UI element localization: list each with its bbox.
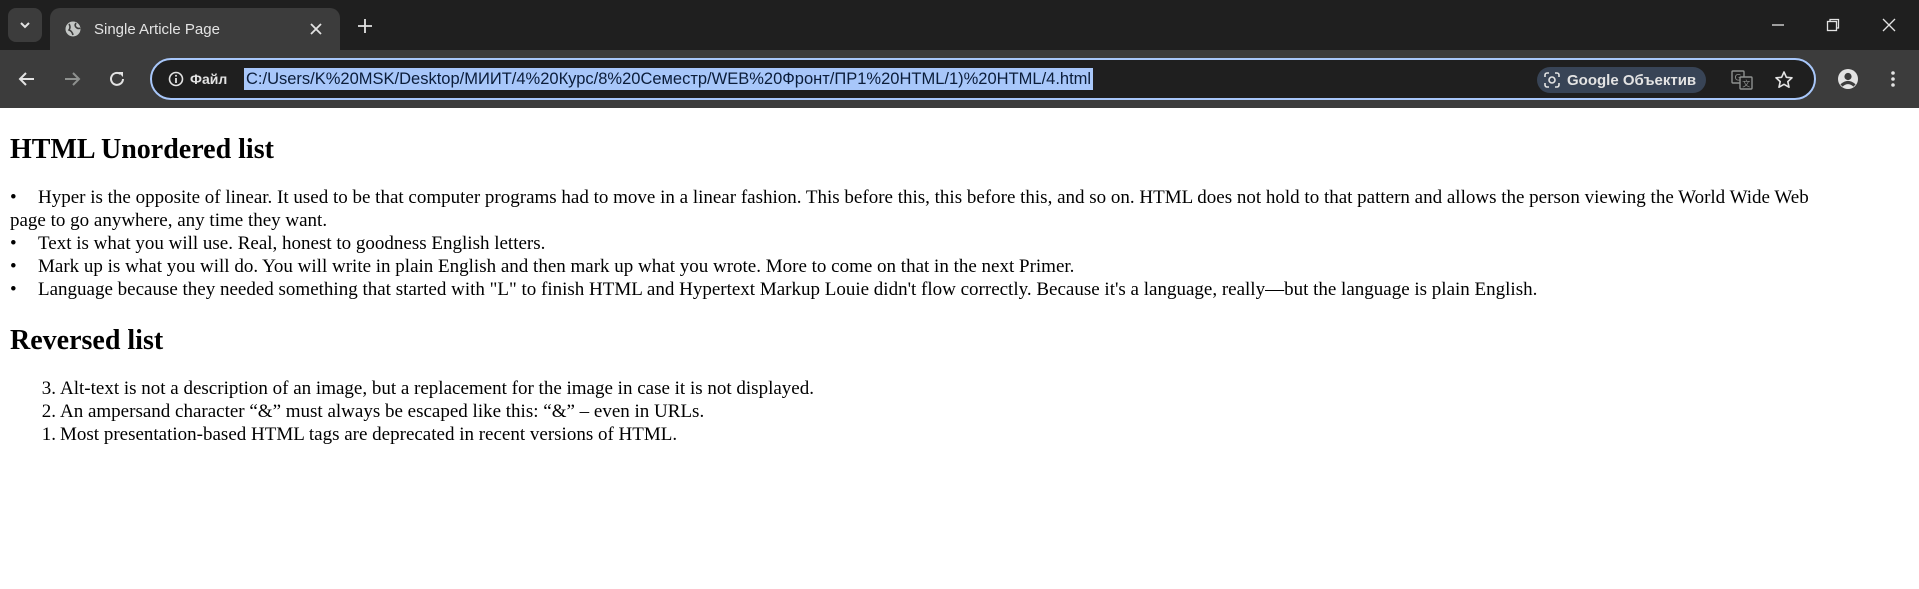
bullet-marker: • — [10, 279, 17, 300]
bullet-marker: • — [10, 233, 17, 254]
list-item: • Text is what you will use. Real, honest… — [10, 232, 1909, 255]
restore-icon — [1826, 18, 1840, 32]
forward-button[interactable] — [57, 64, 87, 94]
chevron-down-icon — [20, 22, 30, 29]
profile-button[interactable] — [1832, 63, 1864, 95]
url-text[interactable]: C:/Users/K%20MSK/Desktop/МИИТ/4%20Курс/8… — [244, 68, 1094, 90]
reversed-list: 3. Alt-text is not a description of an im… — [10, 377, 1909, 446]
reload-icon — [110, 71, 124, 86]
list-item-text: Alt-text is not a description of an imag… — [60, 378, 814, 399]
list-number: 1. — [41, 424, 56, 445]
google-lens-button[interactable]: Google Объектив — [1537, 67, 1707, 93]
plus-icon — [358, 19, 372, 33]
avatar-icon — [1838, 69, 1858, 89]
more-vertical-icon — [1891, 71, 1895, 87]
bullet-marker: • — [10, 256, 17, 277]
tab-strip: Single Article Page — [0, 0, 1919, 50]
tab-search-button[interactable] — [8, 8, 42, 42]
list-item-text: An ampersand character “&” must always b… — [60, 401, 705, 422]
active-tab[interactable]: Single Article Page — [50, 8, 340, 50]
page-content: HTML Unordered list • Hyper is the opposi… — [0, 108, 1919, 589]
close-window-button[interactable] — [1874, 10, 1904, 40]
info-icon — [168, 71, 184, 87]
list-item-text: Language because they needed something t… — [38, 279, 1538, 300]
browser-toolbar: Файл C:/Users/K%20MSK/Desktop/МИИТ/4%20К… — [0, 50, 1919, 108]
new-tab-button[interactable] — [352, 13, 378, 39]
arrow-left-icon — [18, 72, 34, 86]
list-item: 3. Alt-text is not a description of an im… — [24, 377, 1909, 400]
list-item: • Mark up is what you will do. You will w… — [10, 255, 1909, 278]
bullet-marker: • — [10, 187, 17, 208]
close-tab-icon[interactable] — [304, 17, 328, 41]
svg-text:文: 文 — [1742, 79, 1750, 89]
minimize-icon — [1772, 24, 1784, 26]
translate-icon: G文 — [1731, 70, 1753, 90]
list-item-text: Mark up is what you will do. You will wr… — [38, 256, 1075, 277]
translate-button[interactable]: G文 — [1728, 66, 1756, 94]
lens-label: Google Объектив — [1567, 71, 1697, 89]
list-item-text: Text is what you will use. Real, honest … — [38, 233, 546, 254]
browser-menu-button[interactable] — [1878, 64, 1908, 94]
arrow-right-icon — [65, 72, 81, 86]
site-info-button[interactable]: Файл — [162, 66, 237, 92]
star-icon — [1775, 71, 1793, 88]
unordered-list-heading: HTML Unordered list — [10, 134, 274, 165]
back-button[interactable] — [12, 64, 42, 94]
list-item-text-continuation: page to go anywhere, any time they want. — [10, 210, 328, 231]
restore-button[interactable] — [1818, 10, 1848, 40]
address-bar[interactable]: Файл C:/Users/K%20MSK/Desktop/МИИТ/4%20К… — [150, 58, 1816, 100]
list-number: 2. — [41, 401, 56, 422]
unordered-list: • Hyper is the opposite of linear. It use… — [10, 186, 1909, 301]
globe-icon — [64, 20, 82, 38]
reversed-list-heading: Reversed list — [10, 325, 164, 356]
bookmark-button[interactable] — [1770, 66, 1798, 94]
list-number: 3. — [41, 378, 56, 399]
lens-icon — [1544, 72, 1560, 88]
list-item: • Hyper is the opposite of linear. It use… — [10, 186, 1909, 232]
reload-button[interactable] — [102, 64, 132, 94]
list-item: 1. Most presentation-based HTML tags are … — [24, 423, 1909, 446]
close-icon — [1882, 18, 1896, 32]
list-item: 2. An ampersand character “&” must always… — [24, 400, 1909, 423]
list-item: • Language because they needed something … — [10, 278, 1909, 301]
list-item-text: Most presentation-based HTML tags are de… — [60, 424, 678, 445]
list-item-text: Hyper is the opposite of linear. It used… — [38, 187, 1809, 208]
site-info-label: Файл — [190, 71, 228, 87]
tab-title: Single Article Page — [94, 20, 220, 38]
minimize-button[interactable] — [1763, 10, 1793, 40]
